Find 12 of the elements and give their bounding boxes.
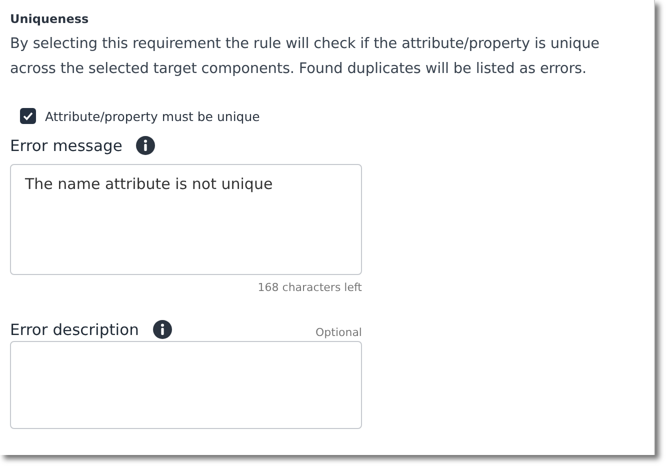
optional-note: Optional — [315, 326, 362, 339]
character-counter: 168 characters left — [256, 281, 362, 294]
description-text: By selecting this requirement the rule will check if the attribute/property is unique across the selected target components. Found duplicates will be listed as errors. — [10, 35, 601, 79]
section-title: Uniqueness — [10, 12, 90, 26]
checkbox-label: Attribute/property must be unique — [45, 108, 260, 124]
info-icon[interactable] — [152, 320, 172, 339]
check-icon — [22, 110, 34, 122]
info-icon[interactable] — [136, 136, 156, 155]
checkbox[interactable] — [20, 108, 36, 124]
text-area[interactable]: The name attribute is not unique — [10, 164, 362, 275]
field-label: Error message — [10, 136, 122, 154]
field-label: Error description — [10, 320, 139, 338]
